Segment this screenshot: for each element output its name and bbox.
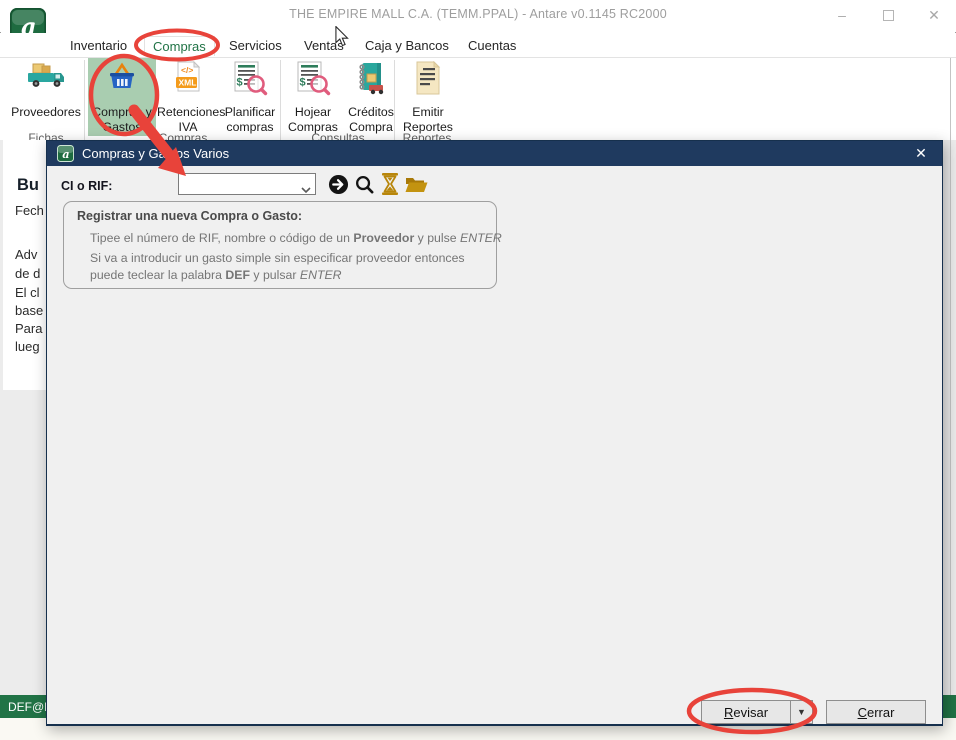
background-text: Fech [15, 203, 44, 218]
menubar: Inventario Compras Servicios Ventas Caja… [0, 33, 956, 57]
ribbon-item-emitir-reportes[interactable]: Emitir Reportes [399, 58, 457, 136]
ribbon-item-label: Planificar compras [219, 105, 281, 134]
ribbon-item-label: Hojear Compras [283, 105, 343, 134]
window-titlebar: THE EMPIRE MALL C.A. (TEMM.PPAL) - Antar… [0, 0, 956, 32]
ribbon-item-planificar-compras[interactable]: $ Planificar compras [219, 58, 281, 136]
svg-text:$: $ [300, 77, 306, 89]
truck-icon [6, 58, 86, 105]
go-icon[interactable] [326, 172, 350, 196]
tab-cuentas[interactable]: Cuentas [464, 36, 520, 55]
ribbon-item-proveedores[interactable]: Proveedores [6, 58, 86, 136]
background-text: El cl [15, 285, 40, 300]
tab-ventas[interactable]: Ventas [300, 36, 348, 55]
ribbon-item-hojear-compras[interactable]: $ Hojear Compras [283, 58, 343, 136]
tab-servicios[interactable]: Servicios [225, 36, 286, 55]
background-text: de d [15, 266, 40, 281]
svg-text:XML: XML [179, 78, 197, 88]
ribbon-item-label: Retenciones IVA [157, 105, 219, 134]
revisar-dropdown-icon[interactable]: ▼ [790, 700, 813, 724]
app-window: THE EMPIRE MALL C.A. (TEMM.PPAL) - Antar… [0, 0, 956, 740]
basket-icon [88, 58, 156, 105]
ribbon-item-label: Proveedores [6, 105, 86, 120]
ribbon: Proveedores Compras y Gastos [0, 58, 956, 140]
ribbon-item-creditos-compra[interactable]: Créditos Compra [343, 58, 399, 136]
instructions-line-2: Si va a introducir un gasto simple sin e… [90, 250, 492, 284]
ci-rif-label: CI o RIF: [61, 179, 112, 193]
tab-compras[interactable]: Compras [144, 36, 215, 56]
minimize-icon[interactable]: – [832, 6, 852, 24]
close-icon[interactable]: ✕ [924, 6, 944, 24]
dialog-title: Compras y Gastos Varios [82, 146, 229, 161]
background-heading: Bu [17, 176, 39, 195]
doc-search-icon: $ [283, 58, 343, 105]
background-text: lueg [15, 339, 40, 354]
svg-text:a: a [62, 147, 69, 161]
tab-caja-y-bancos[interactable]: Caja y Bancos [361, 36, 453, 55]
hourglass-icon[interactable] [378, 172, 402, 196]
ci-rif-combobox[interactable] [178, 173, 316, 195]
doc-search-icon: $ [219, 58, 281, 105]
ribbon-item-label: Emitir Reportes [399, 105, 457, 134]
background-text: Adv [15, 247, 37, 262]
search-icon[interactable] [352, 172, 376, 196]
panel-edge-line [950, 58, 951, 718]
background-text: base [15, 303, 43, 318]
svg-text:</>: </> [181, 65, 193, 75]
revisar-button[interactable]: Revisar [701, 700, 791, 724]
cerrar-button[interactable]: Cerrar [826, 700, 926, 724]
instructions-line-1: Tipee el número de RIF, nombre o código … [90, 231, 502, 245]
instructions-title: Registrar una nueva Compra o Gasto: [77, 209, 302, 223]
app-logo-icon: a [57, 145, 74, 162]
dialog-close-icon[interactable]: ✕ [908, 141, 934, 166]
xml-file-icon: </> XML [157, 58, 219, 105]
ribbon-item-label: Compras y Gastos [88, 105, 156, 134]
notebook-truck-icon [343, 58, 399, 105]
ci-rif-input[interactable] [181, 175, 299, 194]
dialog-search-row: CI o RIF: [47, 166, 942, 206]
dialog-compras-y-gastos: a Compras y Gastos Varios ✕ CI o RIF: [46, 140, 943, 726]
dialog-titlebar[interactable]: a Compras y Gastos Varios ✕ [47, 141, 942, 166]
maximize-icon[interactable] [878, 6, 898, 24]
scrollbar-track[interactable] [942, 140, 950, 695]
ribbon-item-compras-y-gastos[interactable]: Compras y Gastos [88, 58, 156, 136]
instructions-box: Registrar una nueva Compra o Gasto: Tipe… [63, 201, 497, 289]
report-icon [399, 58, 457, 105]
ribbon-item-retenciones-iva[interactable]: </> XML Retenciones IVA [157, 58, 219, 136]
background-text: Para [15, 321, 42, 336]
ribbon-item-label: Créditos Compra [343, 105, 399, 134]
window-title: THE EMPIRE MALL C.A. (TEMM.PPAL) - Antar… [0, 7, 956, 21]
svg-text:$: $ [237, 77, 243, 89]
chevron-down-icon[interactable] [301, 181, 311, 199]
tab-inventario[interactable]: Inventario [66, 36, 131, 55]
folder-icon[interactable] [404, 172, 428, 196]
